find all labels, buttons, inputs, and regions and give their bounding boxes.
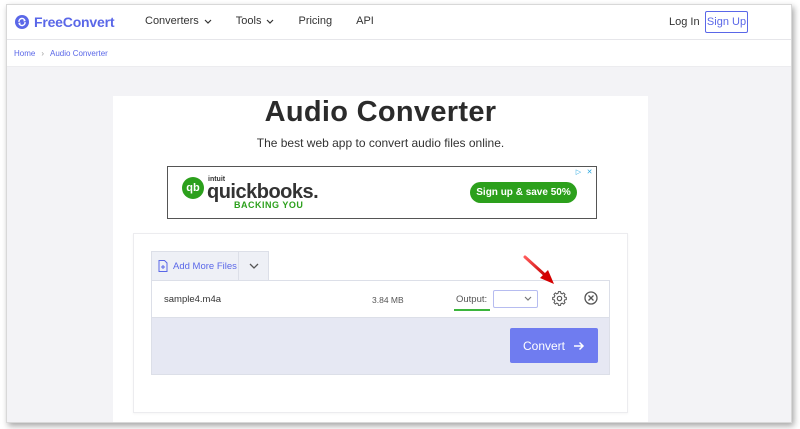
- annotation-arrow-icon: [523, 255, 554, 284]
- nav-converters[interactable]: Converters: [145, 15, 212, 27]
- page-subtitle: The best web app to convert audio files …: [256, 136, 505, 150]
- site-header: FreeConvert Converters Tools Pricing API…: [7, 5, 791, 40]
- nav-api-label: API: [356, 15, 374, 27]
- arrow-right-icon: [574, 341, 585, 350]
- page-title: Audio Converter: [264, 96, 497, 128]
- output-format-select[interactable]: [493, 290, 538, 308]
- output-label: Output:: [456, 294, 488, 305]
- main-content: Audio Converter The best web app to conv…: [113, 96, 648, 422]
- ad-tagline: BACKING YOU: [234, 200, 304, 210]
- advertisement-banner[interactable]: ▷ ✕ qb intuit quickbooks. BACKING YOU Si…: [167, 166, 597, 219]
- ad-controls: ▷ ✕: [574, 168, 594, 176]
- add-files-control: Add More Files: [151, 251, 269, 280]
- nav-converters-label: Converters: [145, 15, 199, 27]
- logo[interactable]: FreeConvert: [15, 14, 114, 30]
- nav-pricing[interactable]: Pricing: [298, 15, 332, 27]
- chevron-right-icon: ›: [41, 48, 45, 58]
- nav-api[interactable]: API: [356, 15, 374, 27]
- quickbooks-logo-icon: qb: [182, 177, 204, 199]
- nav-tools-label: Tools: [235, 15, 262, 27]
- ad-close-icon[interactable]: ✕: [585, 168, 594, 176]
- file-add-icon: [158, 260, 168, 272]
- signup-button[interactable]: Sign Up: [705, 11, 748, 33]
- convert-button-label: Convert: [522, 338, 566, 353]
- logo-icon: [15, 15, 29, 29]
- convert-button[interactable]: Convert: [510, 328, 598, 363]
- browser-frame: FreeConvert Converters Tools Pricing API…: [6, 4, 792, 423]
- add-more-files-label: Add More Files: [173, 260, 237, 272]
- chevron-down-icon: [267, 19, 274, 24]
- output-highlight-underline: [454, 309, 490, 311]
- chevron-down-icon: [249, 263, 258, 269]
- nav-pricing-label: Pricing: [298, 15, 333, 27]
- chevron-down-icon: [524, 296, 532, 301]
- add-files-dropdown-toggle[interactable]: [239, 252, 268, 280]
- breadcrumb: Home › Audio Converter: [7, 40, 791, 67]
- main-nav: Converters Tools Pricing API: [145, 15, 398, 27]
- ad-info-icon[interactable]: ▷: [574, 168, 583, 176]
- chevron-down-icon: [204, 19, 212, 24]
- convert-area: Convert: [151, 318, 610, 375]
- breadcrumb-current: Audio Converter: [50, 48, 108, 58]
- gear-icon[interactable]: [552, 291, 567, 306]
- file-name: sample4.m4a: [164, 294, 222, 305]
- add-more-files-button[interactable]: Add More Files: [152, 252, 239, 280]
- breadcrumb-home[interactable]: Home: [14, 49, 35, 58]
- file-size: 3.84 MB: [372, 295, 404, 305]
- logo-text: FreeConvert: [34, 14, 115, 30]
- ad-cta-button[interactable]: Sign up & save 50%: [470, 182, 577, 203]
- close-circle-icon[interactable]: [584, 291, 598, 305]
- login-link[interactable]: Log In: [669, 16, 700, 28]
- nav-tools[interactable]: Tools: [236, 15, 275, 27]
